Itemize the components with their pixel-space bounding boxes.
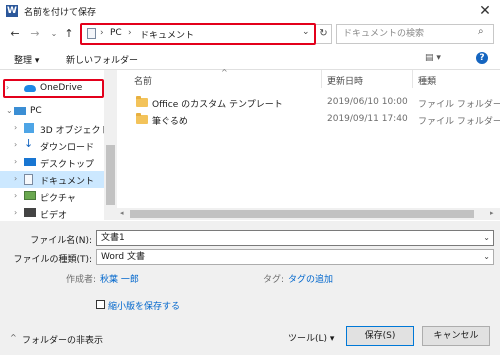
forward-arrow-icon[interactable]: →	[28, 27, 42, 41]
sidebar-item-label: ドキュメント	[40, 177, 95, 187]
tags-link[interactable]: タグの追加	[288, 272, 333, 285]
filetype-value: Word 文書	[101, 252, 145, 262]
address-highlight	[80, 23, 316, 45]
author-value[interactable]: 秋葉 一郎	[100, 272, 139, 285]
expand-chevron-icon[interactable]: ›	[14, 123, 17, 132]
file-name: Office のカスタム テンプレート	[152, 100, 283, 110]
dialog-title: 名前を付けて保存	[24, 8, 97, 18]
refresh-icon[interactable]: ↻	[316, 24, 332, 44]
thumbnail-label[interactable]: 縮小版を保存する	[108, 299, 180, 312]
expand-chevron-icon[interactable]: ›	[14, 208, 17, 217]
document-icon	[24, 174, 33, 185]
thumbnail-checkbox[interactable]	[96, 300, 105, 309]
expand-chevron-icon[interactable]: ›	[14, 191, 17, 200]
file-row[interactable]: 筆ぐるめ 2019/09/11 17:40 ファイル フォルダー	[128, 112, 500, 128]
video-icon	[24, 208, 36, 217]
desktop-icon	[24, 158, 36, 166]
sidebar-item-desktop[interactable]: › デスクトップ	[0, 154, 104, 171]
filetype-select[interactable]: Word 文書 ⌄	[96, 249, 494, 265]
search-input[interactable]: ドキュメントの検索	[336, 24, 494, 44]
filelist-scrollbar-thumb[interactable]	[130, 210, 474, 218]
tools-menu-button[interactable]: ツール(L) ▾	[288, 331, 334, 344]
onedrive-highlight	[3, 79, 104, 98]
sidebar-item-pictures[interactable]: › ピクチャ	[0, 188, 104, 205]
hide-folders-chevron-icon[interactable]: ^	[10, 333, 17, 342]
filename-label: ファイル名(N):	[30, 236, 92, 246]
column-header-date[interactable]: 更新日時	[327, 74, 363, 87]
file-date: 2019/09/11 17:40	[327, 114, 408, 124]
column-divider	[412, 70, 413, 88]
organize-button[interactable]: 整理 ▾	[14, 53, 39, 66]
sidebar-item-label: ピクチャ	[40, 194, 76, 204]
cube-icon	[24, 123, 34, 133]
hide-folders-button[interactable]: フォルダーの非表示	[22, 333, 103, 346]
back-arrow-icon[interactable]: ←	[8, 27, 22, 41]
download-icon: ↓	[24, 137, 34, 150]
pictures-icon	[24, 191, 36, 200]
up-arrow-icon[interactable]: ↑	[62, 27, 76, 41]
column-header-name[interactable]: 名前	[134, 74, 152, 87]
cancel-button[interactable]: キャンセル	[422, 326, 490, 346]
file-name: 筆ぐるめ	[152, 117, 188, 127]
help-icon[interactable]: ?	[476, 52, 488, 64]
sidebar-item-3d-objects[interactable]: › 3D オブジェクト	[0, 120, 110, 137]
sidebar-item-documents[interactable]: › ドキュメント	[0, 171, 104, 188]
file-row[interactable]: Office のカスタム テンプレート 2019/06/10 10:00 ファイ…	[128, 95, 500, 111]
tags-label: タグ:	[263, 275, 285, 285]
sidebar-item-pc[interactable]: ⌄ PC	[0, 103, 104, 120]
word-app-icon: W	[6, 5, 18, 17]
navigation-bar: ← → ⌄ ↑ › PC › ドキュメント ⌄ ↻ ドキュメントの検索 ⌕	[0, 22, 500, 48]
sidebar-item-downloads[interactable]: › ↓ ダウンロード	[0, 137, 104, 154]
filename-value: 文書1	[101, 233, 125, 243]
sidebar-item-label: デスクトップ	[40, 160, 95, 170]
author-label: 作成者:	[66, 275, 97, 285]
folder-icon	[136, 96, 148, 107]
sidebar-item-label: 3D オブジェクト	[40, 126, 110, 136]
filetype-label: ファイルの種類(T):	[13, 255, 92, 265]
expand-chevron-icon[interactable]: ›	[14, 157, 17, 166]
dropdown-chevron-icon[interactable]: ⌄	[483, 231, 490, 245]
close-button[interactable]: ✕	[474, 1, 496, 21]
file-type: ファイル フォルダー	[418, 117, 500, 127]
collapse-chevron-icon[interactable]: ⌄	[6, 106, 13, 115]
save-button[interactable]: 保存(S)	[346, 326, 414, 346]
column-divider	[321, 70, 322, 88]
sidebar-item-label: ダウンロード	[40, 143, 95, 153]
scroll-left-icon[interactable]: ◂	[120, 209, 124, 217]
toolbar-divider	[0, 69, 500, 70]
sidebar-item-label: PC	[30, 106, 42, 116]
view-options-icon[interactable]: ▤ ▾	[425, 53, 441, 63]
filename-input[interactable]: 文書1 ⌄	[96, 230, 494, 246]
new-folder-button[interactable]: 新しいフォルダー	[66, 53, 138, 66]
column-header-type[interactable]: 種類	[418, 74, 436, 87]
toolbar: 整理 ▾ 新しいフォルダー ▤ ▾ ?	[0, 49, 500, 69]
search-icon[interactable]: ⌕	[478, 26, 484, 37]
expand-chevron-icon[interactable]: ›	[14, 140, 17, 149]
sidebar-scrollbar-thumb[interactable]	[106, 145, 115, 205]
file-type: ファイル フォルダー	[418, 100, 500, 110]
scroll-right-icon[interactable]: ▸	[490, 209, 494, 217]
pc-icon	[14, 107, 26, 115]
sidebar-item-label: ビデオ	[40, 211, 68, 219]
title-bar: W 名前を付けて保存 ✕	[0, 0, 500, 22]
expand-chevron-icon[interactable]: ›	[14, 174, 17, 183]
recent-locations-chevron-icon[interactable]: ⌄	[47, 27, 61, 41]
folder-icon	[136, 113, 148, 124]
sidebar-item-videos[interactable]: › ビデオ	[0, 205, 104, 219]
dropdown-chevron-icon[interactable]: ⌄	[483, 250, 490, 264]
sort-ascending-icon: ^	[221, 68, 228, 77]
file-date: 2019/06/10 10:00	[327, 97, 408, 107]
